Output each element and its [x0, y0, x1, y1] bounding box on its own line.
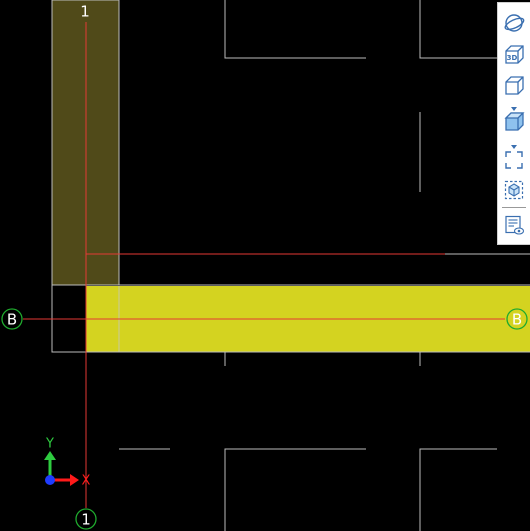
drawing-canvas[interactable]: 1 1 B B Y X [0, 0, 530, 531]
drawing-viewport[interactable]: 1 1 B B Y X [0, 0, 530, 531]
wall-line [419, 448, 497, 531]
y-axis-arrowhead [44, 451, 56, 460]
axis-origin [45, 475, 55, 485]
grid-label-b-right: B [512, 311, 522, 329]
zoom-extents-icon [505, 151, 523, 169]
view-toolbar: 3D [497, 2, 530, 245]
wall-line [224, 448, 366, 531]
view-cube-icon [505, 76, 524, 95]
view-properties-button[interactable] [501, 212, 527, 238]
zoom-extents-button[interactable] [501, 147, 527, 173]
view-cube-dropdown[interactable] [508, 98, 520, 111]
y-axis-label: Y [45, 437, 54, 452]
grid-bubble-b-left[interactable]: B [1, 308, 23, 330]
orbit-icon [504, 14, 525, 32]
zoom-selection-icon [504, 180, 524, 200]
3d-view-button[interactable]: 3D [501, 41, 527, 67]
x-axis-label: X [82, 474, 91, 489]
grid-label-1-top: 1 [80, 3, 90, 21]
toolbar-separator [502, 207, 526, 208]
3d-icon-text: 3D [507, 54, 518, 62]
view-properties-icon [505, 215, 525, 235]
zoom-selection-button[interactable] [501, 177, 527, 203]
wall-line [419, 0, 497, 59]
shaded-cube-icon [504, 112, 525, 131]
grid-label-b-left: B [7, 311, 17, 329]
x-axis-arrowhead [70, 474, 79, 486]
grid-bubble-1-bottom[interactable]: 1 [75, 508, 97, 530]
wall-outlines [119, 0, 530, 531]
view-cube-button[interactable] [501, 72, 527, 98]
grid-bubble-b-right[interactable]: B [506, 308, 528, 330]
shaded-view-dropdown[interactable] [508, 136, 520, 149]
3d-view-icon: 3D [505, 45, 524, 64]
wall-line [224, 0, 366, 59]
orbit-button[interactable] [501, 10, 527, 36]
grid-label-1-bottom: 1 [81, 511, 91, 529]
ucs-axis-indicator: Y X [44, 437, 91, 489]
shaded-view-button[interactable] [501, 108, 527, 134]
